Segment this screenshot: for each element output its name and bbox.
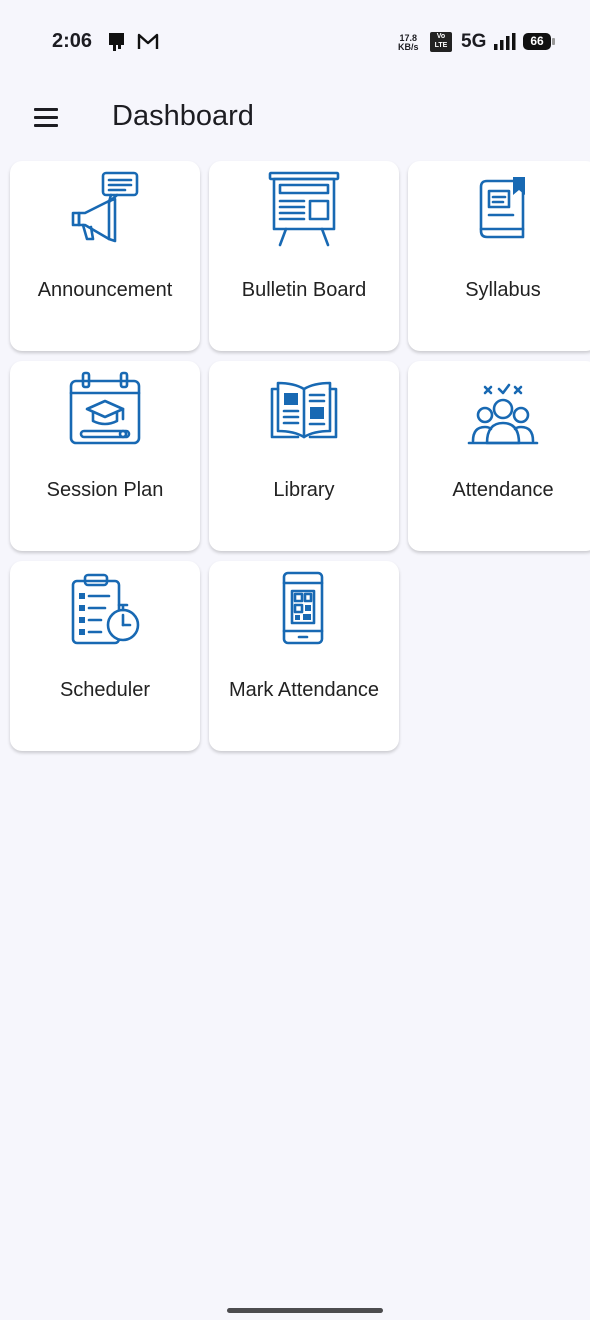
tile-scheduler[interactable]: Scheduler: [10, 561, 200, 751]
app-bar: Dashboard: [0, 88, 590, 148]
gmail-icon: [137, 32, 159, 57]
battery-icon: 66: [523, 33, 555, 50]
tile-label: Scheduler: [59, 679, 151, 701]
volte-top: Vo: [436, 33, 446, 40]
session-plan-calendar-icon: [65, 369, 145, 449]
tile-label: Mark Attendance: [228, 679, 380, 701]
tile-label: Attendance: [452, 479, 554, 501]
tile-syllabus[interactable]: Syllabus: [408, 161, 590, 351]
volte-badge: Vo LTE: [430, 32, 452, 52]
attendance-group-icon: [463, 369, 543, 449]
network-type: 5G: [461, 31, 487, 52]
bulletin-board-icon: [264, 169, 344, 249]
tile-label: Announcement: [37, 279, 173, 301]
tile-announcement[interactable]: Announcement: [10, 161, 200, 351]
status-bar: 2:06 17.8 KB/s Vo LTE 5G 66: [0, 0, 590, 80]
home-indicator[interactable]: [227, 1308, 383, 1313]
volte-bottom: LTE: [434, 42, 448, 49]
battery-level: 66: [530, 34, 544, 48]
signal-icon: [493, 33, 517, 56]
tile-attendance[interactable]: Attendance: [408, 361, 590, 551]
phone-qr-code-icon: [264, 569, 344, 649]
network-speed-unit: KB/s: [398, 42, 419, 52]
syllabus-book-icon: [463, 169, 543, 249]
tile-label: Library: [273, 479, 335, 501]
open-book-icon: [264, 369, 344, 449]
tile-label: Bulletin Board: [241, 279, 367, 301]
tile-label: Session Plan: [46, 479, 164, 501]
tile-mark-attendance[interactable]: Mark Attendance: [209, 561, 399, 751]
tile-label: Syllabus: [465, 279, 541, 301]
page-title: Dashboard: [112, 100, 254, 132]
status-time: 2:06: [52, 30, 93, 52]
tile-bulletin-board[interactable]: Bulletin Board: [209, 161, 399, 351]
hamburger-menu-icon[interactable]: [30, 102, 64, 132]
megaphone-icon: [65, 169, 145, 249]
notification-icon: [107, 32, 127, 57]
tile-session-plan[interactable]: Session Plan: [10, 361, 200, 551]
clipboard-stopwatch-icon: [65, 569, 145, 649]
network-speed: 17.8 KB/s: [398, 34, 419, 52]
tile-library[interactable]: Library: [209, 361, 399, 551]
